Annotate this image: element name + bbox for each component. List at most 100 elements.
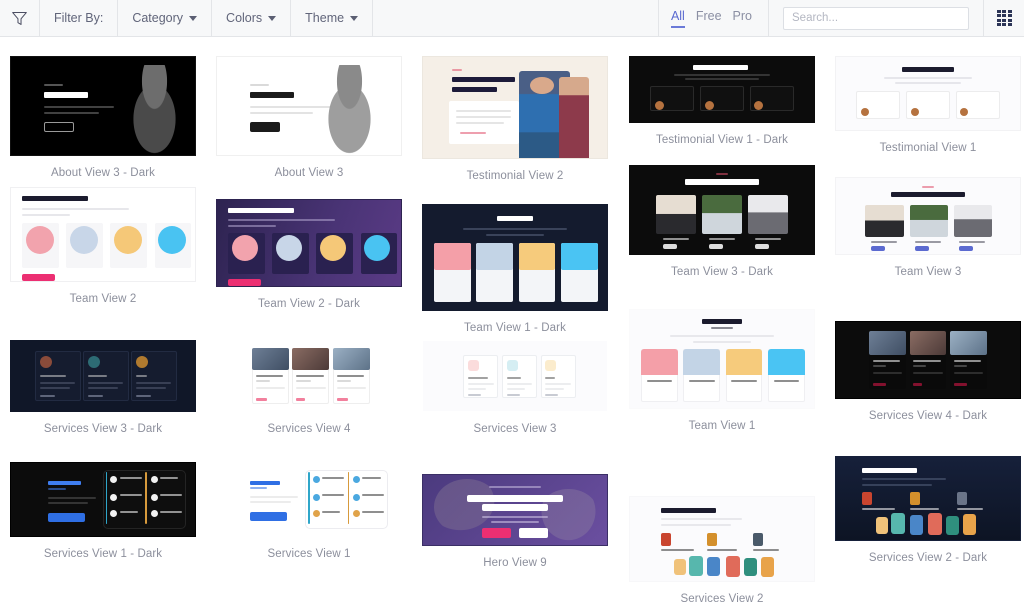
search-input[interactable] [783, 6, 969, 30]
grid-view-icon[interactable] [984, 0, 1024, 36]
preview-team-view-1-dark [423, 205, 607, 310]
gallery-card[interactable]: Testimonial View 2 [422, 56, 608, 182]
gallery-card[interactable]: Services View 2 [629, 496, 815, 605]
preview-testimonial-view-1 [836, 57, 1020, 130]
gallery-card[interactable]: Team View 2 - Dark [216, 199, 402, 310]
template-thumbnail[interactable] [10, 187, 196, 282]
template-thumbnail[interactable] [629, 56, 815, 123]
preview-team-view-2 [11, 188, 195, 281]
gallery-card[interactable]: About View 3 [216, 56, 402, 179]
category-dropdown-label: Category [132, 11, 184, 25]
card-caption: Services View 2 [680, 593, 764, 605]
gallery-card[interactable]: Team View 3 [835, 177, 1021, 278]
colors-dropdown[interactable]: Colors [212, 0, 292, 36]
template-thumbnail[interactable] [422, 474, 608, 546]
template-thumbnail[interactable] [216, 462, 402, 537]
template-thumbnail[interactable] [216, 199, 402, 287]
card-caption: Testimonial View 2 [466, 170, 564, 182]
gallery-card[interactable]: Services View 2 - Dark [835, 456, 1021, 564]
template-thumbnail[interactable] [835, 56, 1021, 131]
card-caption: Services View 4 [267, 423, 351, 435]
preview-services-view-1-dark [11, 463, 195, 536]
gallery-card[interactable]: Testimonial View 1 - Dark [629, 56, 815, 146]
gallery-card[interactable]: Services View 3 - Dark [10, 340, 196, 435]
card-caption: About View 3 [274, 167, 344, 179]
chevron-down-icon [189, 15, 198, 21]
gallery-card[interactable]: Team View 1 [629, 309, 815, 432]
card-caption: Services View 3 [473, 423, 557, 435]
template-thumbnail[interactable] [10, 340, 196, 412]
card-caption: Team View 1 [688, 420, 756, 432]
template-thumbnail[interactable] [10, 56, 196, 156]
tab-pro[interactable]: Pro [733, 9, 752, 28]
gallery-card[interactable]: Team View 2 [10, 187, 196, 305]
search-container [769, 0, 984, 36]
gallery-card[interactable]: Services View 1 [216, 462, 402, 560]
tab-all[interactable]: All [670, 9, 685, 28]
card-caption: About View 3 - Dark [51, 167, 155, 179]
template-thumbnail[interactable] [629, 309, 815, 409]
gallery-card[interactable]: Services View 3 [422, 340, 608, 435]
preview-services-view-2-dark [836, 457, 1020, 540]
chevron-down-icon [268, 15, 277, 21]
gallery-card[interactable]: Services View 4 [216, 340, 402, 435]
card-caption: Hero View 9 [483, 557, 547, 569]
card-caption: Services View 2 - Dark [868, 552, 988, 564]
template-gallery: About View 3 - Dark About View 3 Testimo… [0, 37, 1024, 605]
preview-services-view-3-dark [11, 341, 195, 411]
top-toolbar: Filter By: Category Colors Theme All Fre… [0, 0, 1024, 37]
preview-testimonial-view-2 [423, 57, 607, 158]
card-caption: Team View 1 - Dark [464, 322, 566, 334]
card-caption: Testimonial View 1 - Dark [655, 134, 789, 146]
gallery-card[interactable]: About View 3 - Dark [10, 56, 196, 179]
grid-view-glyph [996, 9, 1012, 27]
card-caption: Services View 1 [267, 548, 351, 560]
preview-about-view-3-dark [11, 57, 195, 155]
preview-services-view-4-dark [836, 322, 1020, 398]
preview-services-view-2 [630, 497, 814, 581]
gallery-card[interactable]: Team View 3 - Dark [629, 165, 815, 278]
gallery-card[interactable]: Hero View 9 [422, 474, 608, 569]
gallery-card[interactable]: Services View 1 - Dark [10, 462, 196, 560]
price-filter-tabs: All Free Pro [659, 0, 769, 36]
theme-dropdown[interactable]: Theme [291, 0, 374, 36]
chevron-down-icon [350, 15, 359, 21]
template-thumbnail[interactable] [216, 340, 402, 412]
preview-team-view-2-dark [217, 200, 401, 286]
preview-team-view-3-dark [630, 166, 814, 254]
colors-dropdown-label: Colors [226, 11, 263, 25]
filter-by-label: Filter By: [40, 0, 119, 36]
filter-by-text: Filter By: [54, 11, 104, 25]
template-thumbnail[interactable] [422, 340, 608, 412]
theme-dropdown-label: Theme [305, 11, 345, 25]
preview-services-view-4 [217, 341, 401, 411]
preview-about-view-3 [217, 57, 401, 155]
template-thumbnail[interactable] [835, 177, 1021, 255]
template-thumbnail[interactable] [629, 496, 815, 582]
tab-free[interactable]: Free [696, 9, 722, 28]
card-caption: Services View 3 - Dark [43, 423, 163, 435]
template-thumbnail[interactable] [422, 204, 608, 311]
preview-hero-view-9 [423, 475, 607, 545]
gallery-card[interactable]: Testimonial View 1 [835, 56, 1021, 154]
card-caption: Services View 1 - Dark [43, 548, 163, 560]
funnel-icon[interactable] [0, 0, 40, 36]
card-caption: Team View 2 - Dark [258, 298, 360, 310]
card-caption: Services View 4 - Dark [868, 410, 988, 422]
preview-services-view-3 [423, 341, 607, 411]
preview-testimonial-view-1-dark [630, 57, 814, 122]
gallery-card[interactable]: Team View 1 - Dark [422, 204, 608, 334]
template-thumbnail[interactable] [422, 56, 608, 159]
card-caption: Team View 2 [69, 293, 137, 305]
template-thumbnail[interactable] [835, 321, 1021, 399]
gallery-card[interactable]: Services View 4 - Dark [835, 321, 1021, 422]
template-thumbnail[interactable] [629, 165, 815, 255]
template-thumbnail[interactable] [216, 56, 402, 156]
template-thumbnail[interactable] [835, 456, 1021, 541]
card-caption: Testimonial View 1 [879, 142, 977, 154]
card-caption: Team View 3 [894, 266, 962, 278]
template-thumbnail[interactable] [10, 462, 196, 537]
preview-services-view-1 [217, 463, 401, 536]
category-dropdown[interactable]: Category [118, 0, 213, 36]
preview-team-view-1 [630, 310, 814, 408]
